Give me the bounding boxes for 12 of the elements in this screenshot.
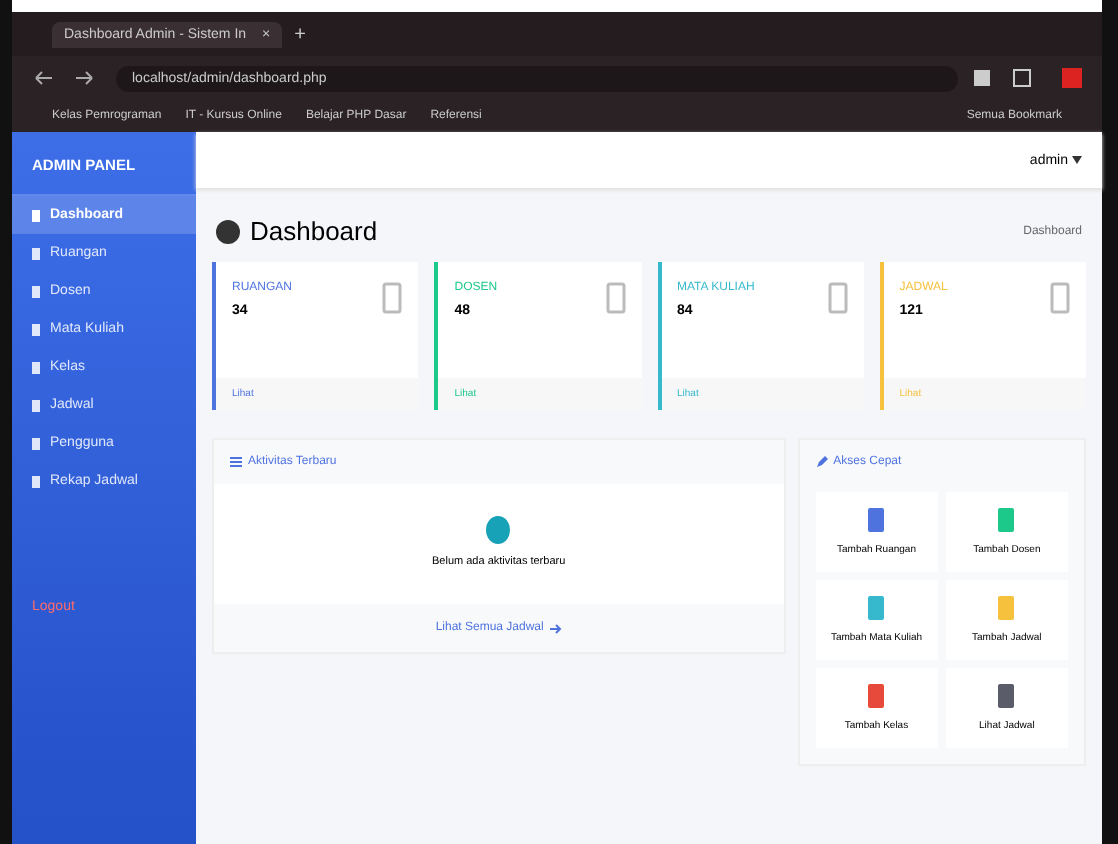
dashboard-icon [216,219,240,243]
arrow-icon [549,623,562,633]
document-icon [827,282,848,314]
document-icon [382,282,403,314]
pencil-icon [815,456,828,468]
info-icon [486,516,511,544]
document-icon [605,282,625,314]
list-icon [230,456,242,468]
new-tab-button[interactable]: + [294,23,306,45]
document-icon [1050,282,1070,314]
caret-icon[interactable] [1072,156,1082,164]
page-title: Dashboard [250,216,378,246]
